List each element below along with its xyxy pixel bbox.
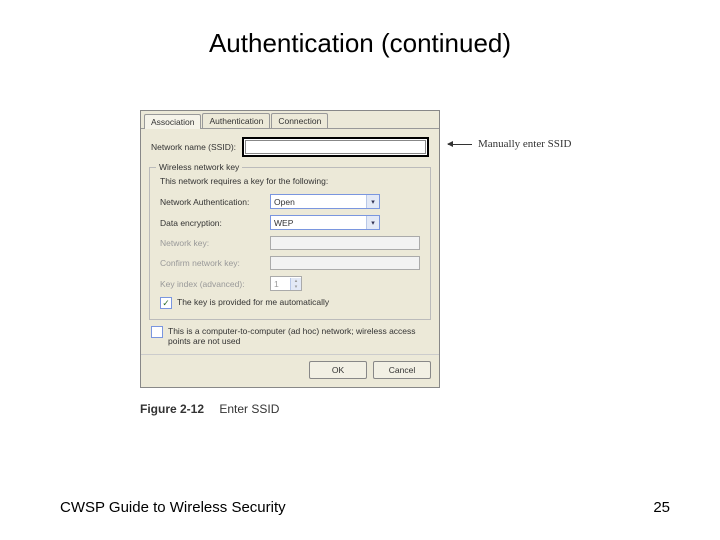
key-index-value: 1 [274, 279, 279, 289]
ssid-row: Network name (SSID): [141, 129, 439, 163]
encryption-combo[interactable]: WEP ▾ [270, 215, 380, 230]
tab-connection[interactable]: Connection [271, 113, 328, 128]
network-key-field [270, 236, 420, 250]
figure-title: Enter SSID [219, 402, 279, 416]
auto-key-checkbox[interactable]: ✓ [160, 297, 172, 309]
auth-label: Network Authentication: [160, 197, 270, 207]
figure-area: Association Authentication Connection Ne… [140, 110, 580, 416]
ok-button[interactable]: OK [309, 361, 367, 379]
ssid-highlight-box [242, 137, 429, 157]
auto-key-label: The key is provided for me automatically [177, 297, 329, 307]
figure-number: Figure 2-12 [140, 402, 204, 416]
ssid-annotation: Manually enter SSID [448, 138, 571, 150]
annotation-text: Manually enter SSID [478, 138, 571, 150]
chevron-down-icon: ▾ [366, 216, 379, 229]
cancel-button[interactable]: Cancel [373, 361, 431, 379]
group-description: This network requires a key for the foll… [160, 176, 420, 186]
key-index-label: Key index (advanced): [160, 279, 270, 289]
group-title: Wireless network key [156, 162, 242, 172]
network-key-label: Network key: [160, 238, 270, 248]
auth-value: Open [274, 197, 295, 207]
tab-association[interactable]: Association [144, 114, 201, 129]
tab-authentication[interactable]: Authentication [202, 113, 270, 128]
slide-title: Authentication (continued) [0, 0, 720, 59]
figure-caption: Figure 2-12 Enter SSID [140, 402, 580, 416]
key-index-spinner: 1 ▴ ▾ [270, 276, 302, 291]
page-number: 25 [653, 499, 670, 516]
wireless-properties-dialog: Association Authentication Connection Ne… [140, 110, 440, 388]
chevron-down-icon: ▾ [366, 195, 379, 208]
chevron-down-icon: ▾ [290, 284, 301, 290]
confirm-key-field [270, 256, 420, 270]
adhoc-checkbox[interactable] [151, 326, 163, 338]
ssid-input[interactable] [245, 140, 426, 154]
adhoc-label: This is a computer-to-computer (ad hoc) … [168, 326, 429, 346]
encryption-label: Data encryption: [160, 218, 270, 228]
ssid-label: Network name (SSID): [151, 142, 236, 152]
dialog-button-bar: OK Cancel [141, 354, 439, 387]
confirm-key-label: Confirm network key: [160, 258, 270, 268]
footer-text: CWSP Guide to Wireless Security [60, 499, 286, 516]
tab-strip: Association Authentication Connection [141, 111, 439, 129]
adhoc-checkbox-row: This is a computer-to-computer (ad hoc) … [151, 326, 429, 346]
slide-footer: CWSP Guide to Wireless Security 25 [60, 499, 670, 516]
wireless-key-group: Wireless network key This network requir… [149, 167, 431, 320]
encryption-value: WEP [274, 218, 293, 228]
arrow-left-icon [448, 144, 472, 145]
auto-key-checkbox-row: ✓ The key is provided for me automatical… [160, 297, 420, 309]
auth-combo[interactable]: Open ▾ [270, 194, 380, 209]
